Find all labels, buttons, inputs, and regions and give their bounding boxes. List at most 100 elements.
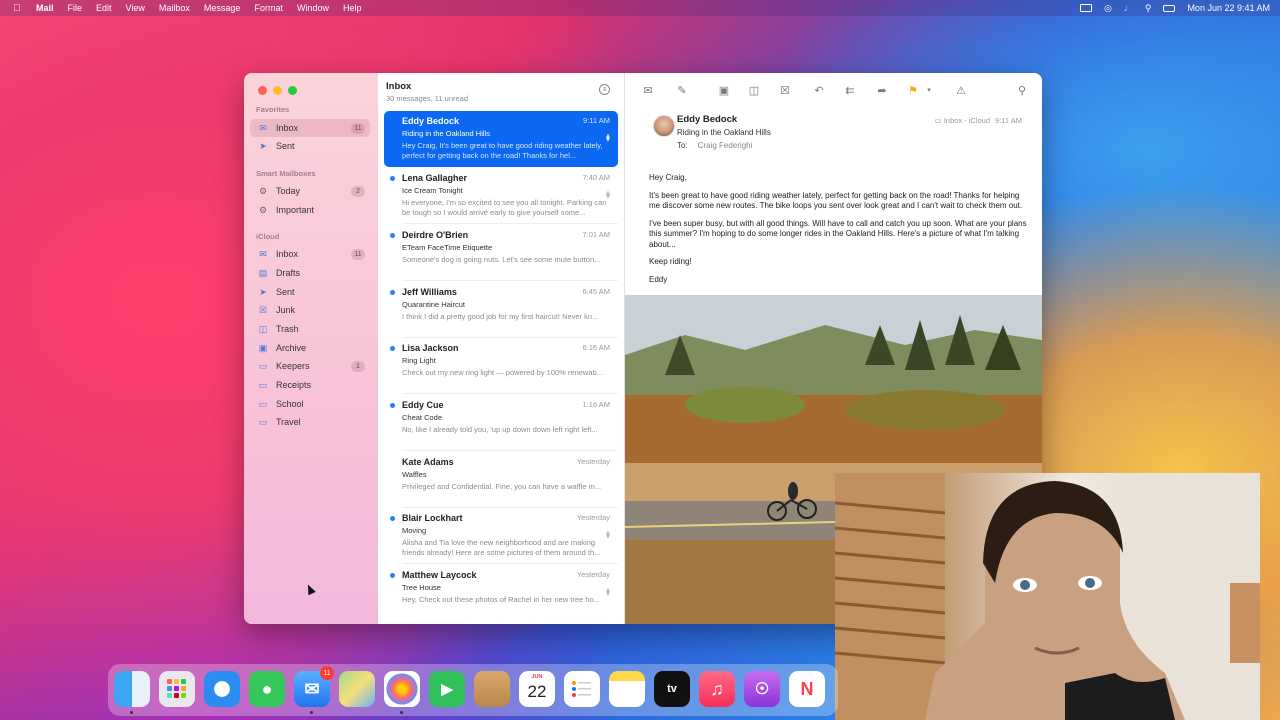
message-time: Yesterday [576, 570, 610, 579]
menu-message[interactable]: Message [204, 3, 241, 13]
sidebar-item-label: Important [276, 205, 315, 215]
sidebar-item-today[interactable]: ⚙ Today 2 [250, 182, 370, 200]
finder-icon[interactable] [114, 671, 150, 707]
menu-file[interactable]: File [68, 3, 83, 13]
maps-icon[interactable] [339, 671, 375, 707]
message-row[interactable]: Eddy Cue 1:16 AM Cheat Code No, like I a… [384, 395, 618, 451]
news-icon[interactable]: N [789, 671, 825, 707]
display-icon[interactable] [1079, 4, 1092, 12]
sidebar-item-label: School [276, 399, 304, 409]
folder-icon: ▭ [934, 116, 944, 125]
sidebar-item-trash[interactable]: ◫ Trash [250, 320, 370, 338]
calendar-icon[interactable]: JUN 22 [519, 671, 555, 707]
flag-icon[interactable]: ⚑ [906, 83, 920, 97]
sidebar-item-sent[interactable]: ➤ Sent [250, 283, 370, 301]
menu-app-mail[interactable]: Mail [36, 3, 54, 13]
sidebar-item-important[interactable]: ⚙ Important [250, 201, 370, 219]
search-icon[interactable]: ⚲ [1015, 83, 1029, 97]
message-time: Yesterday [576, 457, 610, 466]
apple-menu-icon[interactable]:  [10, 3, 24, 14]
trash-icon[interactable]: ◫ [747, 83, 761, 97]
menu-help[interactable]: Help [343, 3, 362, 13]
message-preview: Hey, Check out these photos of Rachel in… [402, 595, 600, 604]
sender-avatar[interactable] [653, 115, 675, 137]
calendar-day: 22 [527, 682, 547, 701]
presenter-video [835, 473, 1260, 720]
recipient-name[interactable]: Craig Federighi [698, 141, 753, 150]
sidebar-item-icloud-inbox[interactable]: ✉ Inbox 11 [250, 245, 370, 263]
sidebar-section-icloud[interactable]: iCloud [256, 232, 279, 241]
notes-icon[interactable] [609, 671, 645, 707]
message-sender: Eddy Cue [402, 400, 444, 410]
unread-dot-icon [390, 403, 395, 408]
reply-icon[interactable]: ↶ [812, 83, 826, 97]
message-sender: Lena Gallagher [402, 173, 468, 183]
control-center-icon[interactable] [1163, 4, 1176, 12]
message-subject: Quarantine Haircut [402, 300, 465, 309]
tv-label: tv [667, 683, 677, 695]
sidebar-item-keepers[interactable]: ▭ Keepers 1 [250, 357, 370, 375]
sidebar-item-travel[interactable]: ▭ Travel [250, 413, 370, 431]
menu-window[interactable]: Window [297, 3, 329, 13]
menubar-clock[interactable]: Mon Jun 22 9:41 AM [1187, 3, 1270, 13]
mailbox-name: Inbox - iCloud [943, 116, 990, 125]
get-mail-icon[interactable]: ✉ [641, 83, 655, 97]
music-icon[interactable]: ♫ [699, 671, 735, 707]
contacts-icon[interactable] [474, 671, 510, 707]
sidebar-item-favorites-inbox[interactable]: ✉ Inbox 11 [250, 119, 370, 137]
junk-icon[interactable]: ☒ [778, 83, 792, 97]
menu-view[interactable]: View [126, 3, 145, 13]
message-row[interactable]: Jeff Williams 6:45 AM Quarantine Haircut… [384, 282, 618, 338]
message-sender: Eddy Bedock [402, 116, 460, 126]
message-count: 30 messages, 11 unread [386, 94, 468, 103]
menu-format[interactable]: Format [254, 3, 283, 13]
reply-all-icon[interactable]: ⇇ [843, 83, 857, 97]
message-preview: Privileged and Confidential. Fine, you c… [402, 482, 602, 491]
archive-icon[interactable]: ▣ [717, 83, 731, 97]
forward-icon[interactable]: ➦ [875, 83, 889, 97]
podcasts-icon[interactable]: ☉ [744, 671, 780, 707]
sidebar-item-label: Sent [276, 141, 295, 151]
messages-icon[interactable]: ● [249, 671, 285, 707]
photos-icon[interactable] [384, 671, 420, 707]
safari-icon[interactable] [204, 671, 240, 707]
spotlight-search-icon[interactable]: ⚲ [1145, 3, 1152, 14]
sidebar-item-drafts[interactable]: ▤ Drafts [250, 264, 370, 282]
launchpad-icon[interactable] [159, 671, 195, 707]
message-row[interactable]: Kate Adams Yesterday Waffles Privileged … [384, 452, 618, 508]
message-row[interactable]: Lisa Jackson 6:16 AM Ring Light Check ou… [384, 338, 618, 394]
flag-chevron-down-icon[interactable]: ▾ [922, 83, 936, 97]
message-row[interactable]: Lena Gallagher 7:40 AM Ice Cream Tonight… [384, 168, 618, 224]
sidebar-item-favorites-sent[interactable]: ➤ Sent [250, 137, 370, 155]
message-preview: No, like I already told you, 'up up down… [402, 425, 598, 434]
compose-icon[interactable]: ✎ [675, 83, 689, 97]
facetime-icon[interactable]: ▶ [429, 671, 465, 707]
filter-icon[interactable]: ≡ [599, 84, 610, 95]
wifi-icon[interactable]: ◎ [1104, 3, 1112, 14]
message-row[interactable]: Blair Lockhart Yesterday Moving Alisha a… [384, 508, 618, 564]
menu-edit[interactable]: Edit [96, 3, 112, 13]
mute-bell-icon[interactable]: ⚠ [954, 83, 968, 97]
reader-sender[interactable]: Eddy Bedock [677, 114, 737, 125]
reader-recipient: To: Craig Federighi [677, 141, 752, 150]
app-running-indicator [130, 711, 133, 714]
apple-tv-icon[interactable]: tv [654, 671, 690, 707]
sidebar-item-label: Sent [276, 287, 295, 297]
message-row[interactable]: Deirdre O'Brien 7:01 AM ETeam FaceTime E… [384, 225, 618, 281]
volume-icon[interactable]: ♩ [1124, 3, 1133, 13]
message-row[interactable]: Matthew Laycock Yesterday Tree House Hey… [384, 565, 618, 621]
reminders-icon[interactable] [564, 671, 600, 707]
menu-mailbox[interactable]: Mailbox [159, 3, 190, 13]
zoom-window-button[interactable] [288, 86, 297, 95]
sidebar-item-archive[interactable]: ▣ Archive [250, 339, 370, 357]
minimize-window-button[interactable] [273, 86, 282, 95]
close-window-button[interactable] [258, 86, 267, 95]
sidebar-section-favorites[interactable]: Favorites [256, 105, 289, 114]
sidebar-section-smart-mailboxes[interactable]: Smart Mailboxes [256, 169, 316, 178]
sidebar-item-junk[interactable]: ☒ Junk [250, 301, 370, 319]
sidebar-item-school[interactable]: ▭ School [250, 395, 370, 413]
reader-mailbox: ▭ Inbox - iCloud [935, 116, 990, 125]
sidebar-item-receipts[interactable]: ▭ Receipts [250, 376, 370, 394]
gear-icon: ⚙ [258, 204, 268, 215]
message-row[interactable]: Eddy Bedock 9:11 AM Riding in the Oaklan… [384, 111, 618, 167]
